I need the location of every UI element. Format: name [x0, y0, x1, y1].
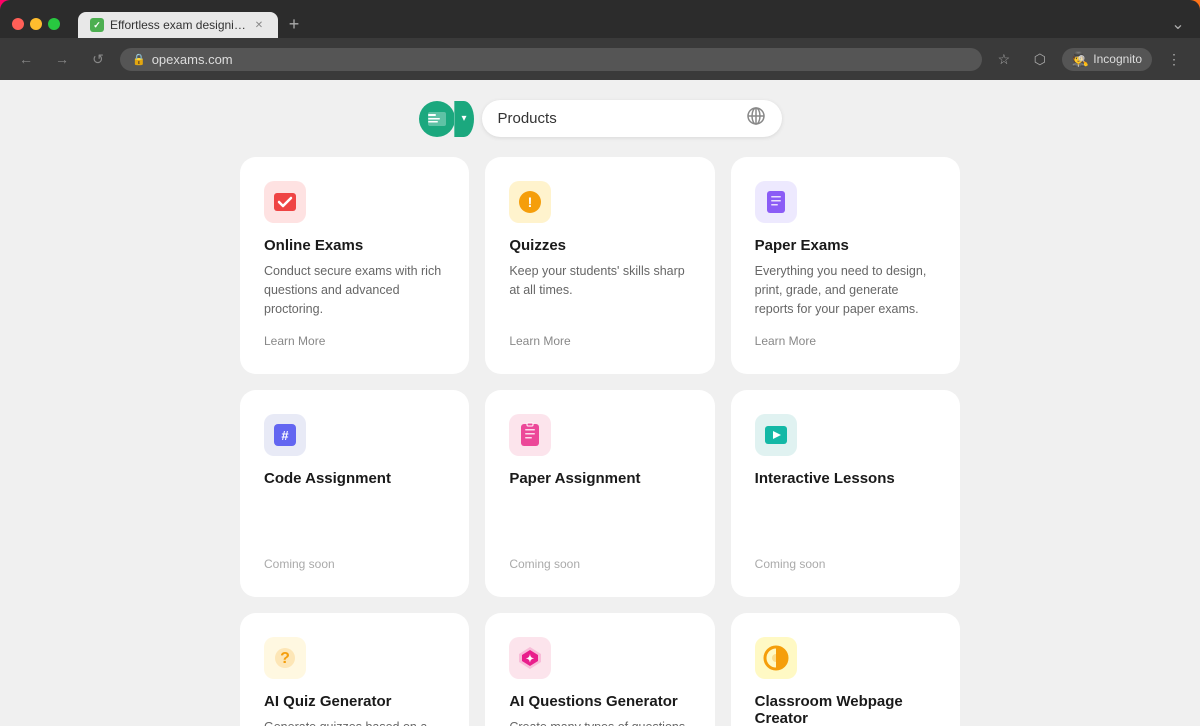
svg-text:✦: ✦ [526, 654, 534, 665]
paper-exams-learn-more[interactable]: Learn More [755, 334, 816, 348]
paper-exams-desc: Everything you need to design, print, gr… [755, 262, 936, 318]
products-label: Products [498, 110, 557, 127]
code-assignment-footer: Coming soon [264, 495, 445, 573]
code-assignment-name: Code Assignment [264, 470, 445, 487]
ai-quiz-generator-name: AI Quiz Generator [264, 693, 445, 710]
logo-button[interactable] [419, 101, 455, 137]
product-card-ai-quiz-generator[interactable]: ? AI Quiz Generator Generate quizzes bas… [240, 613, 469, 726]
extensions-icon[interactable]: ⬡ [1026, 45, 1054, 73]
page-header: ▾ Products [20, 100, 1180, 137]
online-exams-desc: Conduct secure exams with rich questions… [264, 262, 445, 318]
new-tab-button[interactable]: + [280, 10, 308, 38]
paper-assignment-coming-soon: Coming soon [509, 557, 580, 571]
product-card-classroom-webpage-creator[interactable]: Classroom Webpage Creator [731, 613, 960, 726]
svg-text:!: ! [528, 194, 533, 210]
window-controls-right: ⌄ [1168, 14, 1188, 34]
maximize-button[interactable] [48, 18, 60, 30]
tab-close-button[interactable]: ✕ [252, 18, 266, 32]
title-bar: ✓ Effortless exam designing ar ✕ + ⌄ [0, 0, 1200, 38]
address-bar[interactable]: 🔒 opexams.com [120, 48, 982, 71]
refresh-button[interactable]: ↺ [84, 45, 112, 73]
product-card-ai-questions-generator[interactable]: ✦ AI Questions Generator Create many typ… [485, 613, 714, 726]
quizzes-learn-more[interactable]: Learn More [509, 334, 570, 348]
classroom-webpage-creator-icon [755, 637, 797, 679]
address-text: opexams.com [152, 52, 233, 67]
product-card-quizzes[interactable]: ! Quizzes Keep your students' skills sha… [485, 157, 714, 374]
menu-button[interactable]: ⋮ [1160, 45, 1188, 73]
quizzes-desc: Keep your students' skills sharp at all … [509, 262, 690, 318]
traffic-lights [12, 18, 60, 30]
tab-favicon: ✓ [90, 18, 104, 32]
interactive-lessons-coming-soon: Coming soon [755, 557, 826, 571]
logo-dropdown-button[interactable]: ▾ [454, 101, 474, 137]
paper-assignment-name: Paper Assignment [509, 470, 690, 487]
ai-quiz-generator-icon: ? [264, 637, 306, 679]
ai-questions-generator-icon: ✦ [509, 637, 551, 679]
products-grid: Online Exams Conduct secure exams with r… [240, 157, 960, 726]
interactive-lessons-name: Interactive Lessons [755, 470, 936, 487]
toolbar-right: ☆ ⬡ 🕵 Incognito ⋮ [990, 45, 1188, 73]
ai-questions-generator-name: AI Questions Generator [509, 693, 690, 710]
product-card-paper-assignment[interactable]: Paper Assignment Coming soon [485, 390, 714, 597]
ai-quiz-generator-desc: Generate quizzes based on a text or a [264, 718, 445, 726]
quizzes-name: Quizzes [509, 237, 690, 254]
active-tab[interactable]: ✓ Effortless exam designing ar ✕ [78, 12, 278, 38]
code-assignment-icon: # [264, 414, 306, 456]
code-assignment-coming-soon: Coming soon [264, 557, 335, 571]
logo-icon [427, 109, 447, 129]
close-button[interactable] [12, 18, 24, 30]
forward-button[interactable]: → [48, 45, 76, 73]
address-lock-icon: 🔒 [132, 53, 146, 66]
incognito-label: Incognito [1093, 52, 1142, 66]
paper-exams-icon [755, 181, 797, 223]
interactive-lessons-footer: Coming soon [755, 495, 936, 573]
interactive-lessons-icon [755, 414, 797, 456]
tab-title: Effortless exam designing ar [110, 18, 246, 32]
svg-text:#: # [281, 428, 289, 443]
quizzes-icon: ! [509, 181, 551, 223]
products-nav: Products [482, 100, 782, 137]
product-card-paper-exams[interactable]: Paper Exams Everything you need to desig… [731, 157, 960, 374]
online-exams-name: Online Exams [264, 237, 445, 254]
back-button[interactable]: ← [12, 45, 40, 73]
incognito-badge: 🕵 Incognito [1062, 48, 1152, 71]
quizzes-footer: Learn More [509, 332, 690, 350]
classroom-webpage-creator-name: Classroom Webpage Creator [755, 693, 936, 726]
browser-toolbar: ← → ↺ 🔒 opexams.com ☆ ⬡ 🕵 Incognito ⋮ [0, 38, 1200, 80]
ai-questions-generator-desc: Create many types of questions, save [509, 718, 690, 726]
product-card-interactive-lessons[interactable]: Interactive Lessons Coming soon [731, 390, 960, 597]
paper-assignment-icon [509, 414, 551, 456]
bookmark-icon[interactable]: ☆ [990, 45, 1018, 73]
browser-chrome: ✓ Effortless exam designing ar ✕ + ⌄ ← →… [0, 0, 1200, 80]
paper-exams-name: Paper Exams [755, 237, 936, 254]
minimize-button[interactable] [30, 18, 42, 30]
online-exams-learn-more[interactable]: Learn More [264, 334, 325, 348]
tab-bar: ✓ Effortless exam designing ar ✕ + [78, 10, 308, 38]
globe-icon[interactable] [746, 106, 766, 131]
online-exams-icon [264, 181, 306, 223]
page-content: ▾ Products Online Exam [0, 80, 1200, 726]
product-card-code-assignment[interactable]: # Code Assignment Coming soon [240, 390, 469, 597]
product-card-online-exams[interactable]: Online Exams Conduct secure exams with r… [240, 157, 469, 374]
svg-text:?: ? [280, 650, 290, 667]
paper-assignment-footer: Coming soon [509, 495, 690, 573]
paper-exams-footer: Learn More [755, 332, 936, 350]
online-exams-footer: Learn More [264, 332, 445, 350]
